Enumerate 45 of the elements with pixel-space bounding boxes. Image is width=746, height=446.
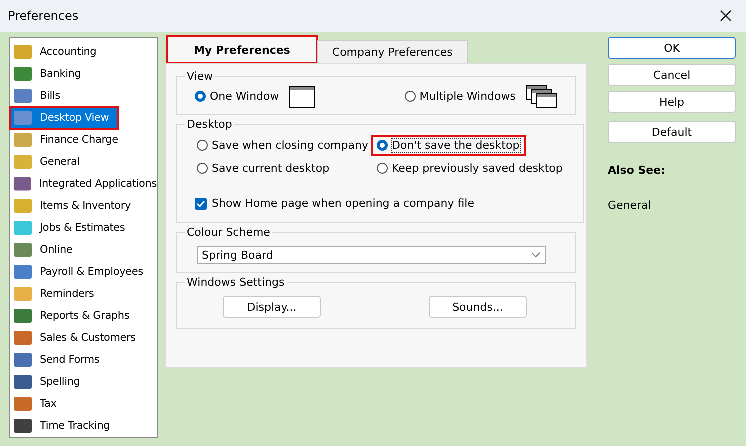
radio-option[interactable]: One Window	[195, 90, 280, 103]
category-item[interactable]: Sales & Customers	[10, 327, 157, 349]
category-item[interactable]: Spelling	[10, 371, 157, 393]
category-item[interactable]: Jobs & Estimates	[10, 217, 157, 239]
dialog-button[interactable]: Help	[608, 91, 736, 113]
category-item[interactable]: Finance Charge	[10, 129, 157, 151]
tab[interactable]: Company Preferences	[317, 40, 468, 63]
colour-scheme-dropdown[interactable]: Spring Board	[197, 246, 546, 264]
radio-option[interactable]: Save current desktop	[191, 158, 336, 179]
category-item[interactable]: Online	[10, 239, 157, 261]
radio-option[interactable]: Don't save the desktop	[371, 135, 526, 156]
category-item[interactable]: Desktop View	[10, 107, 118, 129]
category-item[interactable]: Reminders	[10, 283, 157, 305]
also-see-heading: Also See:	[608, 164, 666, 177]
category-item[interactable]: Accounting	[10, 41, 157, 63]
window-icon	[289, 86, 316, 108]
group-title: View	[186, 70, 214, 83]
category-item[interactable]: Bills	[10, 85, 157, 107]
settings-button[interactable]: Display...	[223, 296, 321, 318]
also-see-link[interactable]: General	[608, 199, 652, 212]
windows-icon	[526, 85, 557, 108]
radio-option[interactable]: Keep previously saved desktop	[371, 158, 569, 179]
category-item[interactable]: Integrated Applications	[10, 173, 157, 195]
radio-option[interactable]: Multiple Windows	[404, 90, 516, 103]
group-title: Colour Scheme	[186, 226, 272, 239]
category-item[interactable]: Tax	[10, 393, 157, 415]
category-item[interactable]: General	[10, 151, 157, 173]
category-item[interactable]: Banking	[10, 63, 157, 85]
category-item[interactable]: Payroll & Employees	[10, 261, 157, 283]
chevron-down-icon	[531, 252, 541, 258]
checkbox-option[interactable]: Show Home page when opening a company file	[195, 197, 474, 210]
dialog-button[interactable]: Default	[608, 121, 736, 143]
dialog-button[interactable]: Cancel	[608, 64, 736, 86]
tab[interactable]: My Preferences	[167, 36, 318, 63]
category-item[interactable]: Items & Inventory	[10, 195, 157, 217]
group-title: Desktop	[186, 118, 234, 131]
settings-button[interactable]: Sounds...	[429, 296, 527, 318]
close-icon[interactable]	[720, 10, 732, 22]
group-title: Windows Settings	[186, 276, 286, 289]
window-title: Preferences	[8, 9, 79, 23]
dialog-button[interactable]: OK	[608, 37, 736, 59]
category-item[interactable]: Send Forms	[10, 349, 157, 371]
category-item[interactable]: Time Tracking	[10, 415, 157, 437]
category-item[interactable]: Reports & Graphs	[10, 305, 157, 327]
checkmark-icon	[196, 198, 206, 208]
